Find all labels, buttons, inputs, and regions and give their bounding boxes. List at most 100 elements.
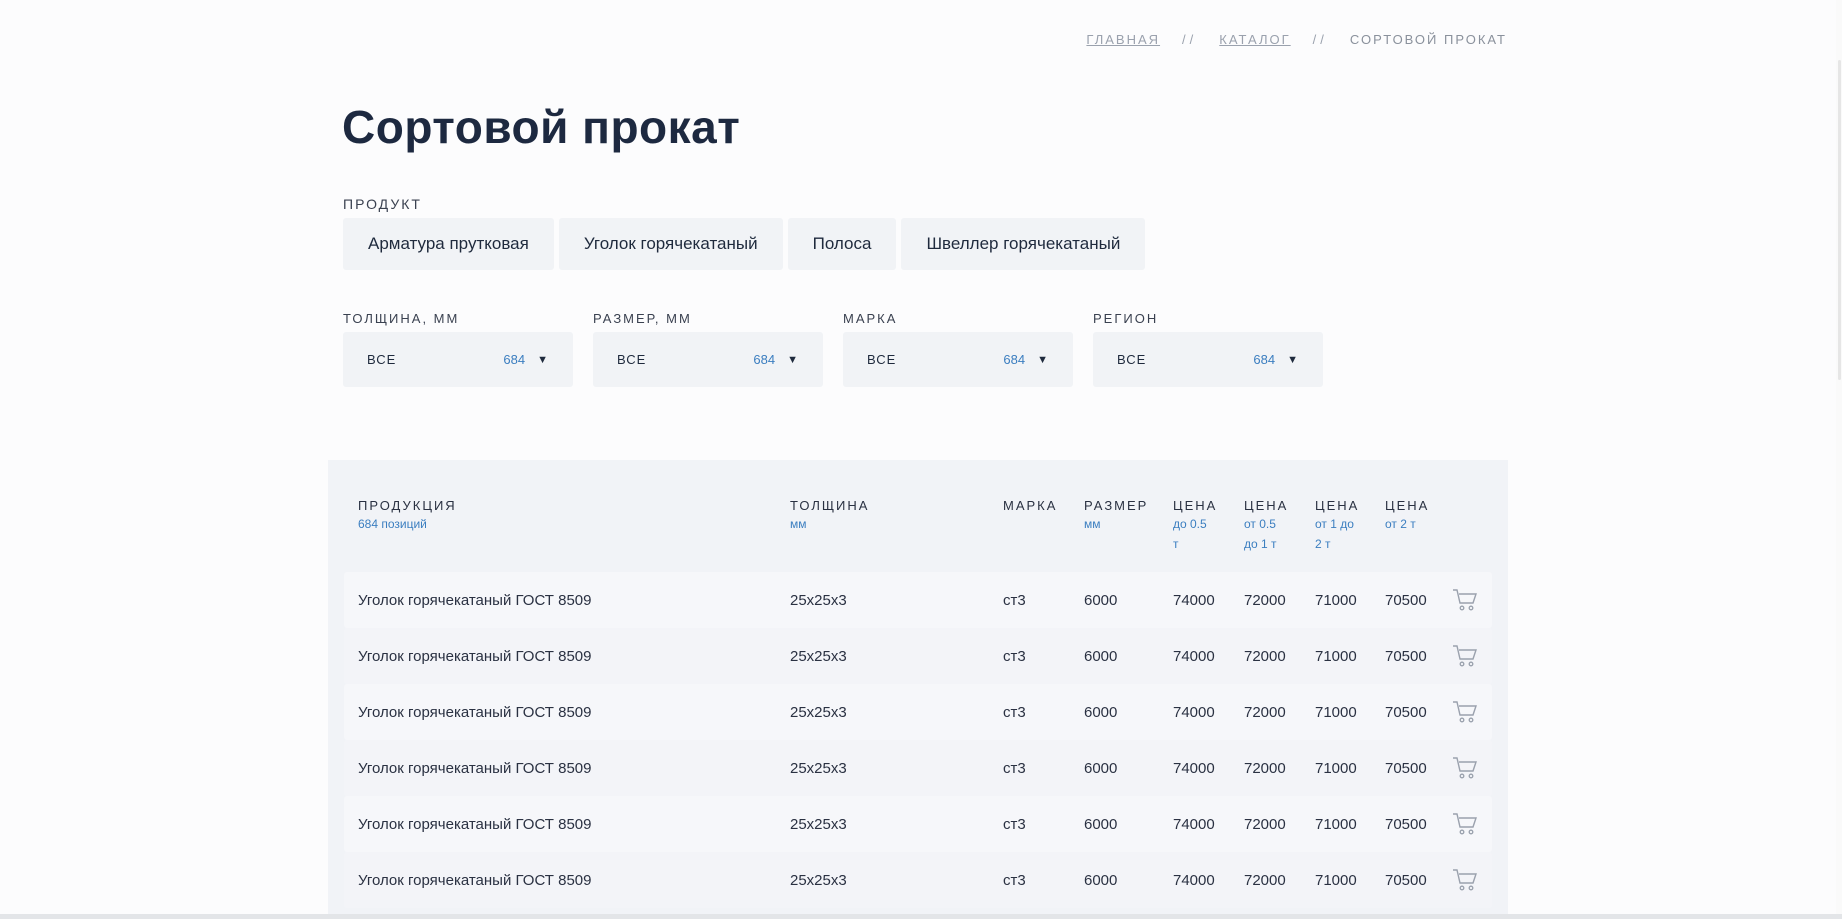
- cell-price-4: 70500: [1385, 759, 1427, 777]
- filter-size: Размер, мм ВСЕ 684 ▼: [593, 311, 823, 387]
- cell-grade: ст3: [1003, 591, 1026, 609]
- cell-product[interactable]: Уголок горячекатаный ГОСТ 8509: [358, 796, 591, 852]
- select-count: 684: [753, 352, 776, 367]
- breadcrumb-catalog-link[interactable]: Каталог: [1219, 32, 1290, 47]
- cart-icon[interactable]: [1452, 852, 1478, 908]
- cell-price-1: 74000: [1173, 703, 1215, 721]
- products-table: Продукция 684 позиций Толщина мм Марка Р…: [328, 460, 1508, 919]
- filter-grade: Марка ВСЕ 684 ▼: [843, 311, 1073, 387]
- product-chip[interactable]: Полоса: [787, 218, 897, 270]
- header-title: Цена: [1244, 498, 1289, 513]
- chevron-down-icon: ▼: [1287, 353, 1299, 366]
- cell-price-2: 72000: [1244, 703, 1286, 721]
- header-size: Размер мм: [1084, 498, 1148, 533]
- cart-icon[interactable]: [1452, 628, 1478, 684]
- header-sub: 684 позиций: [358, 517, 427, 531]
- filter-thickness: Толщина, мм ВСЕ 684 ▼: [343, 311, 573, 387]
- cell-size: 6000: [1084, 647, 1118, 665]
- product-filter-label: Продукт: [343, 196, 422, 212]
- header-price-4: Цена от 2 т: [1385, 498, 1429, 533]
- region-select[interactable]: ВСЕ 684 ▼: [1093, 332, 1323, 387]
- header-sub: от 0.5: [1244, 517, 1276, 531]
- cell-price-4: 70500: [1385, 871, 1427, 889]
- cell-price-4: 70500: [1385, 703, 1427, 721]
- cell-price-2: 72000: [1244, 759, 1286, 777]
- cell-grade: ст3: [1003, 703, 1026, 721]
- cell-thickness: 25x25x3: [790, 815, 847, 833]
- cell-price-1: 74000: [1173, 591, 1215, 609]
- cell-size: 6000: [1084, 815, 1118, 833]
- cell-price-1: 74000: [1173, 815, 1215, 833]
- cell-grade: ст3: [1003, 647, 1026, 665]
- cell-thickness: 25x25x3: [790, 759, 847, 777]
- cell-product[interactable]: Уголок горячекатаный ГОСТ 8509: [358, 572, 591, 628]
- cell-price-4: 70500: [1385, 647, 1427, 665]
- vertical-scrollbar[interactable]: [1836, 0, 1842, 919]
- product-chip[interactable]: Уголок горячекатаный: [558, 218, 783, 270]
- cell-price-2: 72000: [1244, 871, 1286, 889]
- breadcrumb: Главная // Каталог // Сортовой прокат: [1086, 32, 1507, 47]
- thickness-select[interactable]: ВСЕ 684 ▼: [343, 332, 573, 387]
- cell-price-3: 71000: [1315, 759, 1357, 777]
- header-sub: т: [1173, 537, 1179, 551]
- cell-product[interactable]: Уголок горячекатаный ГОСТ 8509: [358, 852, 591, 908]
- filter-label: Регион: [1093, 311, 1159, 326]
- cart-icon[interactable]: [1452, 684, 1478, 740]
- table-row: Уголок горячекатаный ГОСТ 8509 25x25x3 с…: [344, 796, 1492, 852]
- size-select[interactable]: ВСЕ 684 ▼: [593, 332, 823, 387]
- breadcrumb-home-link[interactable]: Главная: [1086, 32, 1160, 47]
- cell-product[interactable]: Уголок горячекатаный ГОСТ 8509: [358, 684, 591, 740]
- cell-price-4: 70500: [1385, 591, 1427, 609]
- cell-grade: ст3: [1003, 759, 1026, 777]
- cell-thickness: 25x25x3: [790, 703, 847, 721]
- cell-size: 6000: [1084, 759, 1118, 777]
- scrollbar-thumb[interactable]: [1838, 60, 1841, 380]
- cell-price-2: 72000: [1244, 647, 1286, 665]
- horizontal-scrollbar[interactable]: [0, 914, 1842, 919]
- cell-product[interactable]: Уголок горячекатаный ГОСТ 8509: [358, 628, 591, 684]
- table-body: Уголок горячекатаный ГОСТ 8509 25x25x3 с…: [344, 572, 1492, 908]
- header-thickness: Толщина мм: [790, 498, 869, 533]
- header-title: Толщина: [790, 498, 870, 513]
- table-row: Уголок горячекатаный ГОСТ 8509 25x25x3 с…: [344, 572, 1492, 628]
- cell-price-3: 71000: [1315, 815, 1357, 833]
- header-sub: от 2 т: [1385, 517, 1416, 531]
- breadcrumb-current: Сортовой прокат: [1349, 32, 1507, 47]
- select-count: 684: [1253, 352, 1276, 367]
- cell-size: 6000: [1084, 703, 1118, 721]
- cart-icon[interactable]: [1452, 572, 1478, 628]
- filter-region: Регион ВСЕ 684 ▼: [1093, 311, 1323, 387]
- header-sub: 2 т: [1315, 537, 1331, 551]
- page-title: Сортовой прокат: [342, 101, 741, 153]
- select-count: 684: [503, 352, 526, 367]
- cart-icon[interactable]: [1452, 740, 1478, 796]
- cell-price-3: 71000: [1315, 591, 1357, 609]
- header-title: Продукция: [358, 498, 457, 513]
- filters-row: Толщина, мм ВСЕ 684 ▼ Размер, мм ВСЕ 684…: [343, 311, 1323, 387]
- header-title: Размер: [1084, 498, 1149, 513]
- header-price-1: Цена до 0.5 т: [1173, 498, 1217, 553]
- select-value: ВСЕ: [1117, 352, 1147, 367]
- table-row: Уголок горячекатаный ГОСТ 8509 25x25x3 с…: [344, 740, 1492, 796]
- product-chip[interactable]: Арматура прутковая: [343, 218, 554, 270]
- table-row: Уголок горячекатаный ГОСТ 8509 25x25x3 с…: [344, 852, 1492, 908]
- cell-thickness: 25x25x3: [790, 591, 847, 609]
- product-chip[interactable]: Швеллер горячекатаный: [901, 218, 1146, 270]
- cell-price-3: 71000: [1315, 647, 1357, 665]
- filter-label: Марка: [843, 311, 898, 326]
- cell-price-1: 74000: [1173, 759, 1215, 777]
- cart-icon[interactable]: [1452, 796, 1478, 852]
- header-title: Цена: [1385, 498, 1430, 513]
- header-sub: до 1 т: [1244, 537, 1277, 551]
- header-sub: мм: [790, 517, 807, 531]
- cell-price-3: 71000: [1315, 871, 1357, 889]
- cell-product[interactable]: Уголок горячекатаный ГОСТ 8509: [358, 740, 591, 796]
- breadcrumb-separator: //: [1182, 32, 1198, 47]
- grade-select[interactable]: ВСЕ 684 ▼: [843, 332, 1073, 387]
- header-grade: Марка: [1003, 498, 1057, 513]
- cell-price-4: 70500: [1385, 815, 1427, 833]
- cell-price-2: 72000: [1244, 591, 1286, 609]
- cell-size: 6000: [1084, 591, 1118, 609]
- header-product: Продукция 684 позиций: [358, 498, 457, 533]
- cell-price-1: 74000: [1173, 871, 1215, 889]
